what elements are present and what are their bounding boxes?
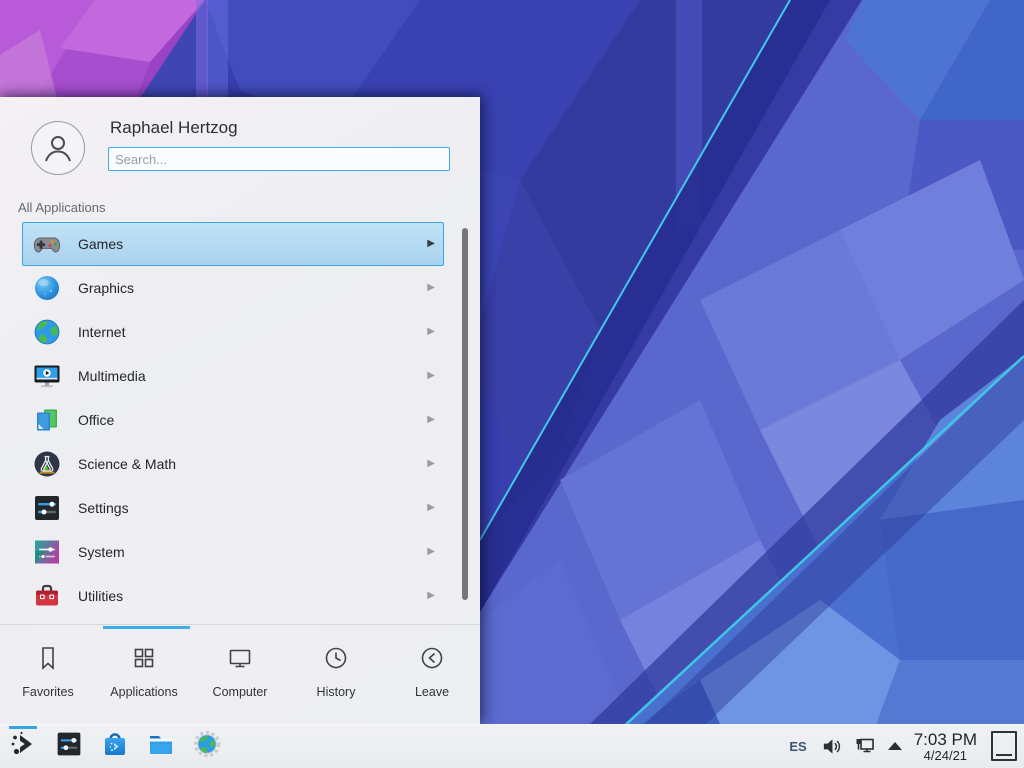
gamepad-icon (31, 228, 63, 260)
system-settings-button[interactable] (46, 725, 92, 768)
tab-applications[interactable]: Applications (96, 629, 192, 724)
expand-tray-icon[interactable] (888, 742, 902, 750)
user-avatar-icon[interactable] (31, 121, 85, 175)
list-scrollbar[interactable] (462, 228, 468, 600)
category-label: Utilities (78, 588, 427, 604)
tabbar-separator (0, 624, 480, 625)
submenu-arrow-icon: ▶ (427, 283, 435, 293)
tab-history[interactable]: History (288, 629, 384, 724)
category-science-math[interactable]: Science & Math ▶ (22, 442, 444, 486)
category-label: Multimedia (78, 368, 427, 384)
sliders-icon (31, 492, 63, 524)
volume-icon[interactable] (821, 736, 842, 757)
category-label: Science & Math (78, 456, 427, 472)
category-label: Office (78, 412, 427, 428)
discover-bag-icon (101, 730, 129, 763)
submenu-arrow-icon: ▶ (427, 371, 435, 381)
category-label: Settings (78, 500, 427, 516)
submenu-arrow-icon: ▶ (427, 239, 435, 249)
web-browser-button[interactable] (184, 725, 230, 768)
history-clock-icon (322, 644, 350, 677)
desktop: Raphael Hertzog All Applications Games (0, 0, 1024, 768)
submenu-arrow-icon: ▶ (427, 503, 435, 513)
tab-label: Leave (415, 685, 449, 699)
sphere-icon (31, 272, 63, 304)
submenu-arrow-icon: ▶ (427, 415, 435, 425)
category-graphics[interactable]: Graphics ▶ (22, 266, 444, 310)
active-task-indicator (9, 726, 37, 729)
category-office[interactable]: Office ▶ (22, 398, 444, 442)
category-label: Internet (78, 324, 427, 340)
taskbar: ES 7:03 PM 4/24/21 (0, 724, 1024, 768)
tab-computer[interactable]: Computer (192, 629, 288, 724)
system-icon (31, 536, 63, 568)
network-icon[interactable] (854, 735, 876, 757)
tab-label: History (317, 685, 356, 699)
category-system[interactable]: System ▶ (22, 530, 444, 574)
launcher-header: Raphael Hertzog (0, 97, 480, 185)
browser-globe-icon (193, 730, 221, 763)
file-manager-button[interactable] (138, 725, 184, 768)
submenu-arrow-icon: ▶ (427, 459, 435, 469)
tab-favorites[interactable]: Favorites (0, 629, 96, 724)
discover-button[interactable] (92, 725, 138, 768)
tab-label: Computer (213, 685, 268, 699)
bookmark-icon (34, 644, 62, 677)
tab-leave[interactable]: Leave (384, 629, 480, 724)
tab-label: Favorites (22, 685, 73, 699)
category-internet[interactable]: Internet ▶ (22, 310, 444, 354)
submenu-arrow-icon: ▶ (427, 591, 435, 601)
system-tray: ES 7:03 PM 4/24/21 (789, 731, 1024, 762)
category-games[interactable]: Games ▶ (22, 222, 444, 266)
toolbox-icon (31, 580, 63, 612)
category-settings[interactable]: Settings ▶ (22, 486, 444, 530)
category-multimedia[interactable]: Multimedia ▶ (22, 354, 444, 398)
documents-icon (31, 404, 63, 436)
clock-date: 4/24/21 (914, 749, 977, 763)
clock-time: 7:03 PM (914, 731, 977, 749)
category-label: Graphics (78, 280, 427, 296)
leave-icon (418, 644, 446, 677)
application-launcher-panel: Raphael Hertzog All Applications Games (0, 97, 480, 724)
category-label: System (78, 544, 427, 560)
show-desktop-button[interactable] (991, 731, 1017, 761)
folder-icon (147, 730, 175, 763)
submenu-arrow-icon: ▶ (427, 547, 435, 557)
flask-icon (31, 448, 63, 480)
keyboard-layout-indicator[interactable]: ES (789, 739, 806, 754)
system-settings-icon (55, 730, 83, 763)
computer-icon (226, 644, 254, 677)
user-name: Raphael Hertzog (110, 118, 238, 138)
digital-clock[interactable]: 7:03 PM 4/24/21 (914, 731, 977, 762)
category-label: Games (78, 236, 427, 252)
globe-icon (31, 316, 63, 348)
search-input[interactable] (108, 147, 450, 171)
application-launcher-button[interactable] (0, 725, 46, 768)
app-grid-icon (130, 644, 158, 677)
submenu-arrow-icon: ▶ (427, 327, 435, 337)
kickoff-icon (8, 729, 38, 764)
media-player-icon (31, 360, 63, 392)
category-utilities[interactable]: Utilities ▶ (22, 574, 444, 618)
section-label: All Applications (18, 200, 105, 215)
application-category-list: Games ▶ Graphics ▶ (0, 222, 480, 624)
launcher-tabbar: Favorites Applications C (0, 629, 480, 724)
tab-label: Applications (110, 685, 177, 699)
